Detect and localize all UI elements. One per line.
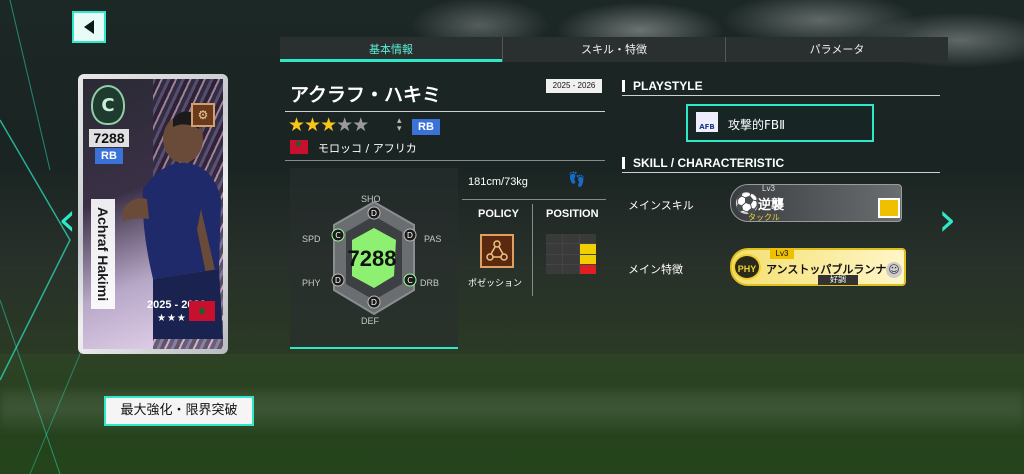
main-skill-type: タックル [748, 213, 780, 222]
star-rating: ★★★★★ [288, 114, 369, 136]
divider [622, 95, 940, 96]
position-badge: RB [412, 119, 440, 135]
stat-label-def: DEF [361, 316, 379, 326]
divider [532, 204, 533, 296]
phy-grade: D [335, 276, 341, 285]
afb-playstyle-icon: AFB [696, 112, 718, 132]
stat-label-sho: SHO [361, 194, 381, 204]
stat-label-phy: PHY [302, 278, 321, 288]
position-label: POSITION [546, 208, 599, 220]
skill-heading: SKILL / CHARACTERISTIC [622, 157, 784, 169]
card-flag-icon: ★ [189, 301, 215, 321]
main-skill-label: メインスキル [628, 199, 694, 212]
divider [462, 199, 606, 200]
main-skill-level: Lv3 [762, 184, 775, 193]
sho-grade: D [371, 209, 377, 218]
back-arrow-icon [84, 20, 94, 34]
back-button[interactable] [72, 11, 106, 43]
policy-caption: ポゼッション [468, 279, 523, 289]
stats-panel-accent [290, 347, 458, 349]
phy-trait-icon: PHY [733, 254, 761, 280]
possession-policy-icon [480, 234, 514, 268]
star-empty-icon: ★ [336, 114, 353, 136]
tab-parameters[interactable]: パラメータ [726, 37, 948, 62]
tab-basic-info[interactable]: 基本情報 [280, 37, 503, 62]
main-trait-label: メイン特徴 [628, 263, 683, 276]
playstyle-heading: PLAYSTYLE [622, 80, 703, 92]
player-name: アクラフ・ハキミ [290, 84, 442, 106]
star-empty-icon: ★ [352, 114, 369, 136]
position-map [546, 234, 596, 274]
spd-grade: C [335, 231, 341, 240]
star-icon: ★ [288, 114, 305, 136]
prev-player-arrow-icon[interactable]: ‹ [58, 196, 76, 242]
overall-rating: 7288 [347, 246, 397, 271]
footedness-icon: 👣 [568, 172, 586, 188]
def-grade: D [371, 298, 377, 307]
stat-label-drb: DRB [420, 278, 440, 288]
policy-label: POLICY [478, 208, 519, 220]
smile-face-icon: ☺ [886, 262, 902, 278]
stat-label-pas: PAS [424, 234, 442, 244]
card-playstyle-icon: ⚙ [191, 103, 215, 127]
player-card: C 7288 RB Achraf Hakimi ⚙ 2025 - 2026 ★★… [78, 74, 228, 354]
tab-bar: 基本情報 スキル・特徴 パラメータ [280, 37, 948, 62]
card-ovr: 7288 [89, 129, 129, 147]
main-skill-name: 逆襲 [758, 198, 785, 213]
main-trait-level: Lv3 [770, 249, 794, 259]
card-rank-icon: C [91, 85, 125, 125]
divider [285, 111, 605, 112]
stat-label-spd: SPD [302, 234, 321, 244]
season-badge: 2025 - 2026 [546, 79, 602, 93]
main-trait-condition: 好調 [818, 275, 858, 285]
max-enhance-button[interactable]: 最大強化・限界突破 [104, 396, 254, 426]
star-icon: ★ [304, 114, 321, 136]
divider [285, 160, 605, 161]
card-player-name: Achraf Hakimi [91, 199, 115, 309]
next-player-arrow-icon[interactable]: › [938, 196, 956, 242]
card-position: RB [95, 148, 123, 164]
divider [622, 172, 940, 173]
star-up-down-icon: ▴ ▾ [397, 116, 402, 134]
card-stars: ★★★ [157, 313, 187, 324]
star-icon: ★ [320, 114, 337, 136]
drb-grade: C [407, 276, 413, 285]
pas-grade: D [407, 231, 413, 240]
skill-category-icon [878, 198, 900, 218]
playstyle-value: 攻撃的FBⅡ [728, 118, 786, 132]
tab-skills[interactable]: スキル・特徴 [503, 37, 726, 62]
nationality: モロッコ / アフリカ [318, 142, 417, 155]
height-weight: 181cm/73kg [468, 176, 528, 188]
morocco-flag-icon [290, 139, 308, 154]
